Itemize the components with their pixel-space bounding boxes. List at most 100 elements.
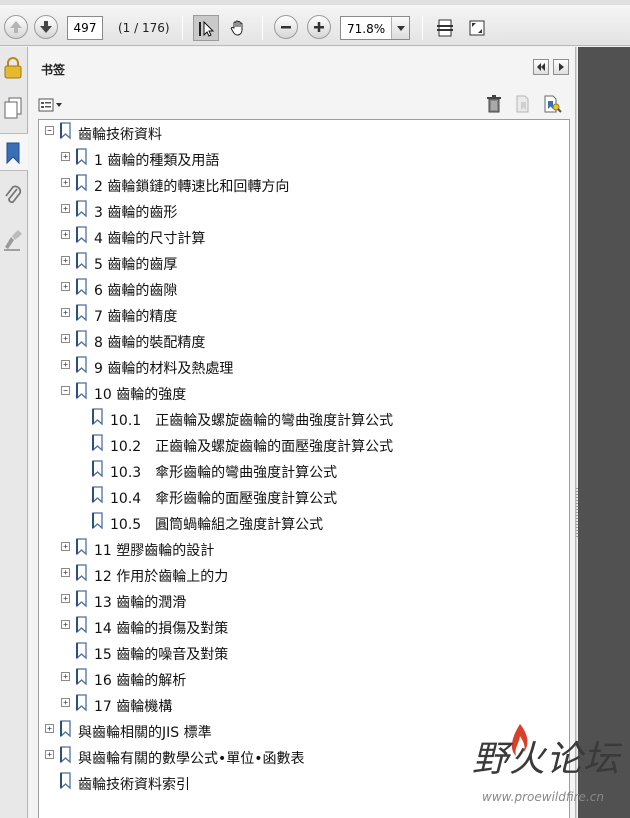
bookmark-icon: [76, 174, 87, 192]
zoom-level-select[interactable]: 71.8%: [340, 16, 410, 40]
bookmark-row[interactable]: 10.2 正齒輪及螺旋齒輪的面壓強度計算公式: [39, 433, 569, 457]
bookmark-row[interactable]: +17 齒輪機構: [39, 693, 569, 717]
collapse-toggle[interactable]: −: [61, 386, 70, 395]
previous-page-button[interactable]: [4, 15, 28, 39]
bookmark-label: 5 齒輪的齒厚: [94, 257, 178, 273]
bookmark-icon: [76, 564, 87, 582]
bookmark-row[interactable]: 15 齒輪的噪音及對策: [39, 641, 569, 665]
next-page-button[interactable]: [34, 15, 58, 39]
expand-toggle[interactable]: +: [61, 230, 70, 239]
bookmark-row[interactable]: − 齒輪技術資料: [39, 121, 569, 145]
bookmark-icon: [76, 616, 87, 634]
document-view[interactable]: [578, 47, 630, 818]
select-tool-button[interactable]: [193, 15, 219, 41]
options-list-icon: [38, 98, 62, 112]
expand-toggle[interactable]: +: [61, 568, 70, 577]
bookmark-row[interactable]: +16 齒輪的解析: [39, 667, 569, 691]
bookmark-icon: [76, 148, 87, 166]
bookmark-row[interactable]: +11 塑膠齒輪的設計: [39, 537, 569, 561]
bookmark-icon: [76, 668, 87, 686]
bookmark-row[interactable]: +6 齒輪的齒隙: [39, 277, 569, 301]
bookmark-label: 14 齒輪的損傷及對策: [94, 621, 229, 637]
bookmark-row[interactable]: +2 齒輪鎖鏈的轉速比和回轉方向: [39, 173, 569, 197]
bookmark-row[interactable]: +3 齒輪的齒形: [39, 199, 569, 223]
bookmark-icon: [92, 512, 103, 530]
expand-toggle[interactable]: +: [61, 698, 70, 707]
bookmark-icon: [92, 460, 103, 478]
bookmark-row[interactable]: +5 齒輪的齒厚: [39, 251, 569, 275]
fit-page-button[interactable]: [432, 15, 458, 41]
watermark-url: www.proewildfire.cn: [482, 790, 604, 804]
bookmark-row[interactable]: +13 齒輪的潤滑: [39, 589, 569, 613]
plus-icon: [314, 22, 324, 32]
bookmark-label: 8 齒輪的裝配精度: [94, 335, 206, 351]
panel-title: 书签: [41, 63, 66, 77]
bookmark-label: 15 齒輪的噪音及對策: [94, 647, 229, 663]
expand-toggle[interactable]: +: [61, 620, 70, 629]
bookmark-row[interactable]: +12 作用於齒輪上的力: [39, 563, 569, 587]
bookmark-icon: [76, 642, 87, 660]
zoom-out-button[interactable]: [274, 15, 298, 39]
bookmark-label: 13 齒輪的潤滑: [94, 595, 187, 611]
bookmark-label: 2 齒輪鎖鏈的轉速比和回轉方向: [94, 179, 290, 195]
bookmark-row[interactable]: 10.4 傘形齒輪的面壓強度計算公式: [39, 485, 569, 509]
panel-splitter[interactable]: [575, 47, 577, 818]
bookmark-label: 齒輪技術資料索引: [78, 777, 190, 793]
expand-toggle[interactable]: +: [61, 152, 70, 161]
expand-icon: [469, 20, 485, 36]
bookmark-icon: [76, 252, 87, 270]
bookmark-tree: − 齒輪技術資料 +1 齒輪的種類及用語 +2 齒輪鎖鏈的轉速比和回轉方向 +3 齒輪的…: [38, 119, 570, 818]
bookmark-icon: [76, 590, 87, 608]
expand-toggle[interactable]: +: [61, 282, 70, 291]
expand-toggle[interactable]: +: [61, 334, 70, 343]
bookmark-label: 4 齒輪的尺寸計算: [94, 231, 206, 247]
signatures-panel-button[interactable]: [0, 221, 28, 259]
bookmark-icon: [76, 200, 87, 218]
bookmark-icon: [76, 330, 87, 348]
expand-toggle[interactable]: +: [61, 542, 70, 551]
bookmark-icon: [76, 226, 87, 244]
bookmark-properties-button[interactable]: [542, 94, 562, 114]
bookmark-row[interactable]: 10.3 傘形齒輪的彎曲強度計算公式: [39, 459, 569, 483]
bookmark-row[interactable]: +14 齒輪的損傷及對策: [39, 615, 569, 639]
new-bookmark-button[interactable]: [513, 94, 533, 114]
zoom-in-button[interactable]: [307, 15, 331, 39]
bookmark-row[interactable]: +9 齒輪的材料及熱處理: [39, 355, 569, 379]
bookmark-row[interactable]: 10.5 圓筒蝸輪組之強度計算公式: [39, 511, 569, 535]
hand-tool-button[interactable]: [225, 15, 251, 41]
expand-toggle[interactable]: +: [61, 204, 70, 213]
page-number-input[interactable]: 497: [67, 16, 103, 40]
bookmark-row[interactable]: 10.1 正齒輪及螺旋齒輪的彎曲強度計算公式: [39, 407, 569, 431]
bookmark-row[interactable]: +7 齒輪的精度: [39, 303, 569, 327]
options-menu-button[interactable]: [38, 97, 64, 113]
collapse-toggle[interactable]: −: [45, 126, 54, 135]
expand-toggle[interactable]: +: [61, 594, 70, 603]
bookmark-row[interactable]: +1 齒輪的種類及用語: [39, 147, 569, 171]
attachments-panel-button[interactable]: [0, 177, 28, 215]
chevron-down-icon[interactable]: [391, 17, 409, 39]
bookmark-row[interactable]: +8 齒輪的裝配精度: [39, 329, 569, 353]
bookmark-row[interactable]: − 10 齒輪的強度: [39, 381, 569, 405]
bookmark-label: 7 齒輪的精度: [94, 309, 178, 325]
expand-toggle[interactable]: +: [45, 750, 54, 759]
security-panel-button[interactable]: [0, 49, 28, 87]
full-screen-button[interactable]: [464, 15, 490, 41]
expand-toggle[interactable]: +: [61, 308, 70, 317]
expand-toggle[interactable]: +: [61, 672, 70, 681]
collapse-panel-button[interactable]: [533, 59, 549, 75]
delete-bookmark-button[interactable]: [484, 94, 504, 114]
bookmark-icon: [76, 304, 87, 322]
bookmarks-panel-button[interactable]: [0, 133, 28, 171]
pages-panel-button[interactable]: [0, 89, 28, 127]
main-toolbar: 497 (1 / 176) 71.8%: [0, 0, 630, 46]
expand-toggle[interactable]: +: [61, 178, 70, 187]
new-bookmark-icon: [516, 95, 529, 113]
expand-toggle[interactable]: +: [45, 724, 54, 733]
bookmarks-toolbar: [29, 89, 575, 119]
bookmark-row[interactable]: +4 齒輪的尺寸計算: [39, 225, 569, 249]
bookmark-label: 17 齒輪機構: [94, 699, 173, 715]
fit-page-icon: [437, 19, 453, 37]
expand-panel-button[interactable]: [553, 59, 569, 75]
expand-toggle[interactable]: +: [61, 256, 70, 265]
expand-toggle[interactable]: +: [61, 360, 70, 369]
